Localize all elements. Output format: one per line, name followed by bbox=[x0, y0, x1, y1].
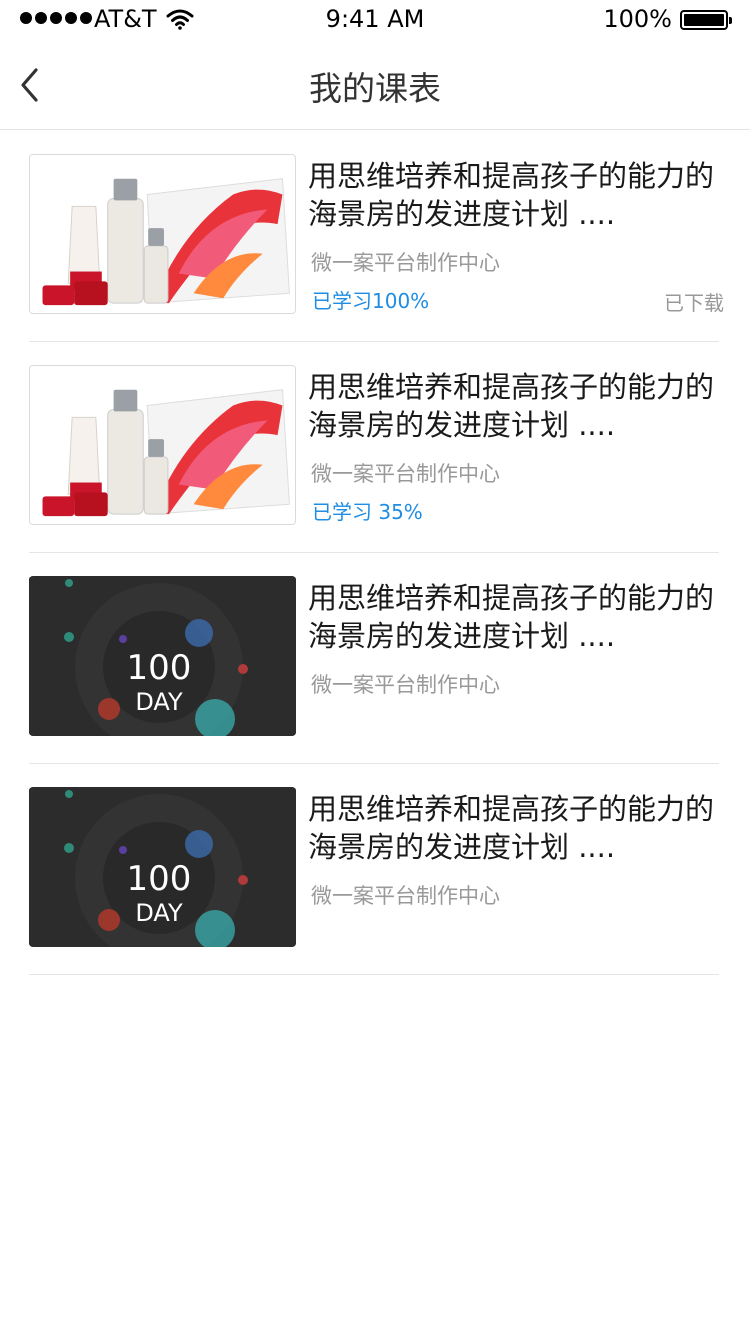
thumbnail-number: 100 bbox=[127, 648, 192, 688]
100-day-image: 100 DAY bbox=[29, 577, 296, 736]
course-thumbnail bbox=[29, 154, 296, 314]
download-status: 已下载 bbox=[664, 291, 724, 315]
skincare-product-image bbox=[30, 155, 295, 313]
skincare-product-image bbox=[30, 366, 295, 524]
status-bar: AT&T 9:41 AM 100% bbox=[0, 0, 750, 40]
navigation-bar: 我的课表 bbox=[0, 40, 750, 130]
course-thumbnail: 100 DAY bbox=[29, 576, 296, 736]
course-title: 用思维培养和提高孩子的能力的海景房的发进度计划 .... bbox=[308, 159, 715, 231]
course-title: 用思维培养和提高孩子的能力的海景房的发进度计划 .... bbox=[308, 370, 715, 442]
course-progress: 已学习 35% bbox=[312, 500, 423, 524]
course-title: 用思维培养和提高孩子的能力的海景房的发进度计划 .... bbox=[308, 792, 715, 864]
course-list-item[interactable]: 100 DAY 用思维培养和提高孩子的能力的海景房的发进度计划 .... 微一案… bbox=[0, 553, 750, 764]
course-progress: 已学习100% bbox=[312, 289, 430, 313]
course-list-item[interactable]: 用思维培养和提高孩子的能力的海景房的发进度计划 .... 微一案平台制作中心 已… bbox=[0, 131, 750, 342]
course-source: 微一案平台制作中心 bbox=[311, 673, 500, 697]
course-thumbnail bbox=[29, 365, 296, 525]
thumbnail-label: DAY bbox=[135, 899, 183, 927]
course-source: 微一案平台制作中心 bbox=[311, 251, 500, 275]
100-day-image: 100 DAY bbox=[29, 788, 296, 947]
course-list: 用思维培养和提高孩子的能力的海景房的发进度计划 .... 微一案平台制作中心 已… bbox=[0, 131, 750, 975]
course-source: 微一案平台制作中心 bbox=[311, 884, 500, 908]
course-list-item[interactable]: 用思维培养和提高孩子的能力的海景房的发进度计划 .... 微一案平台制作中心 已… bbox=[0, 342, 750, 553]
course-title: 用思维培养和提高孩子的能力的海景房的发进度计划 .... bbox=[308, 581, 715, 653]
course-source: 微一案平台制作中心 bbox=[311, 462, 500, 486]
page-title: 我的课表 bbox=[309, 69, 441, 108]
thumbnail-label: DAY bbox=[135, 688, 183, 716]
divider bbox=[29, 974, 719, 975]
course-list-item[interactable]: 100 DAY 用思维培养和提高孩子的能力的海景房的发进度计划 .... 微一案… bbox=[0, 764, 750, 975]
course-thumbnail: 100 DAY bbox=[29, 787, 296, 947]
battery-icon bbox=[680, 10, 732, 30]
thumbnail-number: 100 bbox=[127, 859, 192, 899]
battery-percentage: 100% bbox=[603, 5, 672, 33]
